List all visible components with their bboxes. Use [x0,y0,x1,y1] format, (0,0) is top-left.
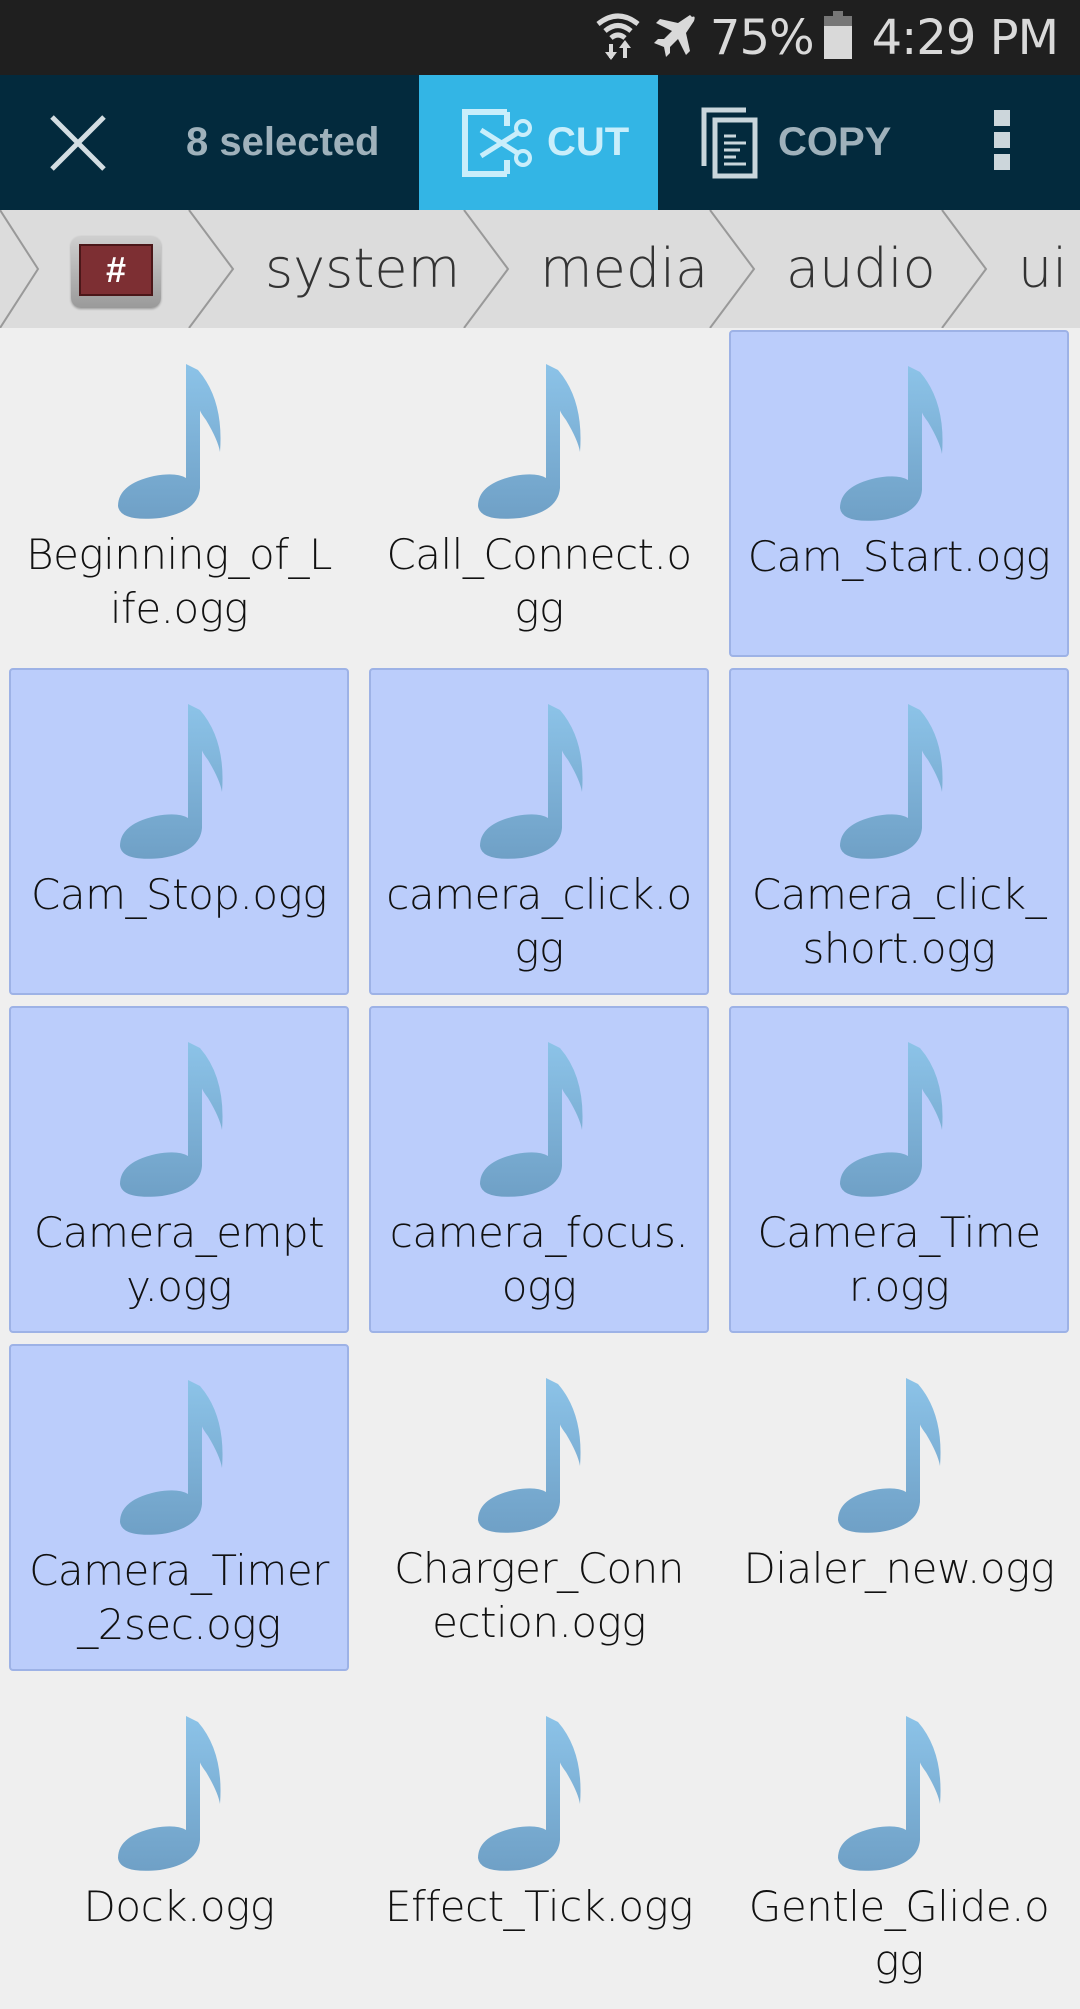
clock: 4:29 PM [871,9,1059,66]
file-name: Dialer_new.ogg [743,1544,1055,1593]
file-name: Camera_Timer_2sec.ogg [29,1546,329,1649]
file-name: Call_Connect.ogg [386,530,692,633]
file-name: Dock.ogg [83,1882,275,1931]
audio-file-icon [834,1374,964,1534]
file-item[interactable]: camera_focus.ogg [369,1006,709,1333]
breadcrumb-item-audio[interactable]: audio [786,210,936,328]
audio-file-icon [834,1712,964,1872]
audio-file-icon [836,1038,966,1198]
file-item[interactable]: Camera_Timer.ogg [729,1006,1069,1333]
battery-percent: 75% [709,9,815,66]
file-item[interactable]: Call_Connect.ogg [369,330,709,657]
breadcrumb-item-media[interactable]: media [540,210,708,328]
wifi-data-icon [594,10,642,65]
file-item[interactable]: Dock.ogg [9,1682,349,2009]
audio-file-icon [116,700,246,860]
audio-file-icon [836,362,966,522]
audio-file-icon [474,1712,604,1872]
file-item[interactable]: Cam_Start.ogg [729,330,1069,657]
file-item[interactable]: Gentle_Glide.ogg [729,1682,1069,2009]
airplane-mode-icon [652,11,700,64]
file-item[interactable]: Camera_empty.ogg [9,1006,349,1333]
overflow-menu-icon [980,110,1024,170]
file-item[interactable]: Camera_Timer_2sec.ogg [9,1344,349,1671]
breadcrumb-separator [463,210,510,328]
file-item[interactable]: Dialer_new.ogg [729,1344,1069,1671]
file-name: Camera_click_short.ogg [751,870,1047,973]
breadcrumb-separator [709,210,756,328]
copy-button[interactable]: COPY [700,75,930,210]
cut-icon [462,108,532,177]
file-item[interactable]: camera_click.ogg [369,668,709,995]
breadcrumb-separator [188,210,235,328]
audio-file-icon [476,1038,606,1198]
file-name: Gentle_Glide.ogg [748,1882,1050,1985]
audio-file-icon [474,360,604,520]
battery-icon [823,11,852,64]
audio-file-icon [116,1038,246,1198]
breadcrumb-item-system[interactable]: system [265,210,460,328]
file-name: Beginning_of_Life.ogg [26,530,332,633]
file-item[interactable]: Camera_click_short.ogg [729,668,1069,995]
contextual-action-bar: 8 selected CUT COPY [0,75,1080,210]
file-name: camera_click.ogg [386,870,692,973]
breadcrumb-separator [0,210,40,328]
breadcrumb-root-button[interactable]: # [71,236,161,308]
audio-file-icon [836,700,966,860]
file-item[interactable]: Charger_Connection.ogg [369,1344,709,1671]
audio-file-icon [476,700,606,860]
file-item[interactable]: Effect_Tick.ogg [369,1682,709,2009]
close-selection-button[interactable] [35,105,120,180]
breadcrumb: system media audio ui [0,210,1080,328]
breadcrumb-separator [941,210,988,328]
audio-file-icon [474,1374,604,1534]
file-item[interactable]: Cam_Stop.ogg [9,668,349,995]
selected-count: 8 selected [186,120,380,164]
file-name: Camera_Timer.ogg [757,1208,1041,1311]
file-name: Charger_Connection.ogg [394,1544,684,1647]
file-name: Cam_Stop.ogg [31,870,327,919]
root-hash-icon: # [79,244,153,296]
close-icon [49,114,106,171]
file-name: Camera_empty.ogg [33,1208,325,1311]
cut-label: CUT [547,120,630,164]
file-item[interactable]: Beginning_of_Life.ogg [9,330,349,657]
copy-icon [701,107,758,178]
status-bar: 75% 4:29 PM [0,0,1080,75]
cut-button[interactable]: CUT [419,75,658,210]
file-name: camera_focus.ogg [389,1208,689,1311]
file-name: Cam_Start.ogg [747,532,1051,581]
breadcrumb-item-ui[interactable]: ui [1018,210,1067,328]
file-name: Effect_Tick.ogg [385,1882,693,1931]
audio-file-icon [114,360,244,520]
copy-label: COPY [778,120,892,164]
overflow-menu-button[interactable] [980,110,1024,175]
audio-file-icon [114,1712,244,1872]
audio-file-icon [116,1376,246,1536]
